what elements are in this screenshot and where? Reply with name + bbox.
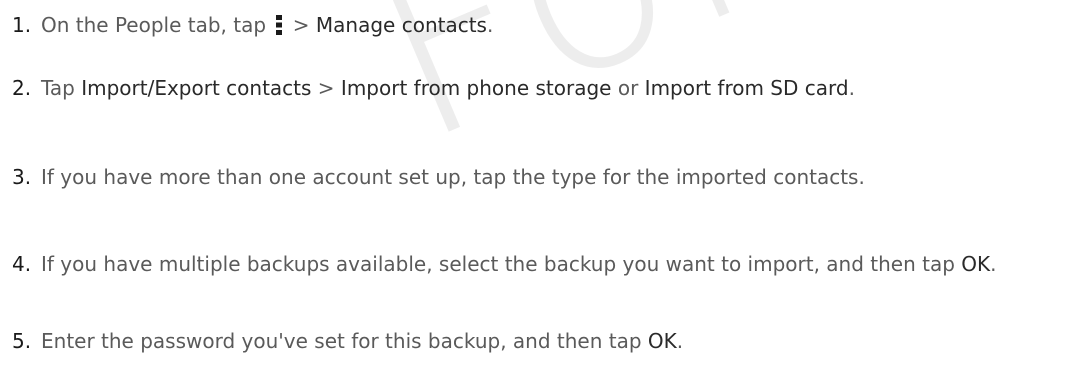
step-text: Enter the password you've set for this b… — [41, 327, 1073, 355]
ui-term: OK — [961, 252, 991, 276]
step-text-run: If you have more than one account set up… — [41, 165, 865, 189]
step-text: If you have multiple backups available, … — [41, 250, 1073, 278]
step-text-run: > — [286, 13, 316, 37]
menu-dots-icon — [276, 15, 283, 35]
step-text: If you have more than one account set up… — [41, 163, 1073, 191]
step-text: Tap Import/Export contacts > Import from… — [41, 74, 1073, 102]
step-number: 2. — [12, 76, 32, 100]
ui-term: OK — [647, 329, 677, 353]
step-text-run: or — [611, 76, 645, 100]
ui-term: Import/Export contacts — [81, 76, 312, 100]
step-number: 3. — [12, 165, 32, 189]
step-text-run: On the People tab, tap — [41, 13, 273, 37]
ui-term: Manage contacts — [315, 13, 487, 37]
step-number: 5. — [12, 329, 32, 353]
step-text: On the People tab, tap > Manage contacts… — [41, 11, 1073, 39]
ui-term: Import from phone storage — [340, 76, 612, 100]
step-number: 1. — [12, 13, 32, 37]
step-text-run: Tap — [41, 76, 82, 100]
step-text-run: Enter the password you've set for this b… — [41, 329, 648, 353]
step-text-run: . — [486, 13, 494, 37]
step-number: 4. — [12, 252, 32, 276]
step-text-run: . — [676, 329, 684, 353]
step-text-run: . — [990, 252, 997, 276]
step-text-run: If you have multiple backups available, … — [41, 252, 962, 276]
ui-term: Import from SD card — [644, 76, 849, 100]
step-text-run: > — [311, 76, 341, 100]
step-text-run: . — [848, 76, 855, 100]
